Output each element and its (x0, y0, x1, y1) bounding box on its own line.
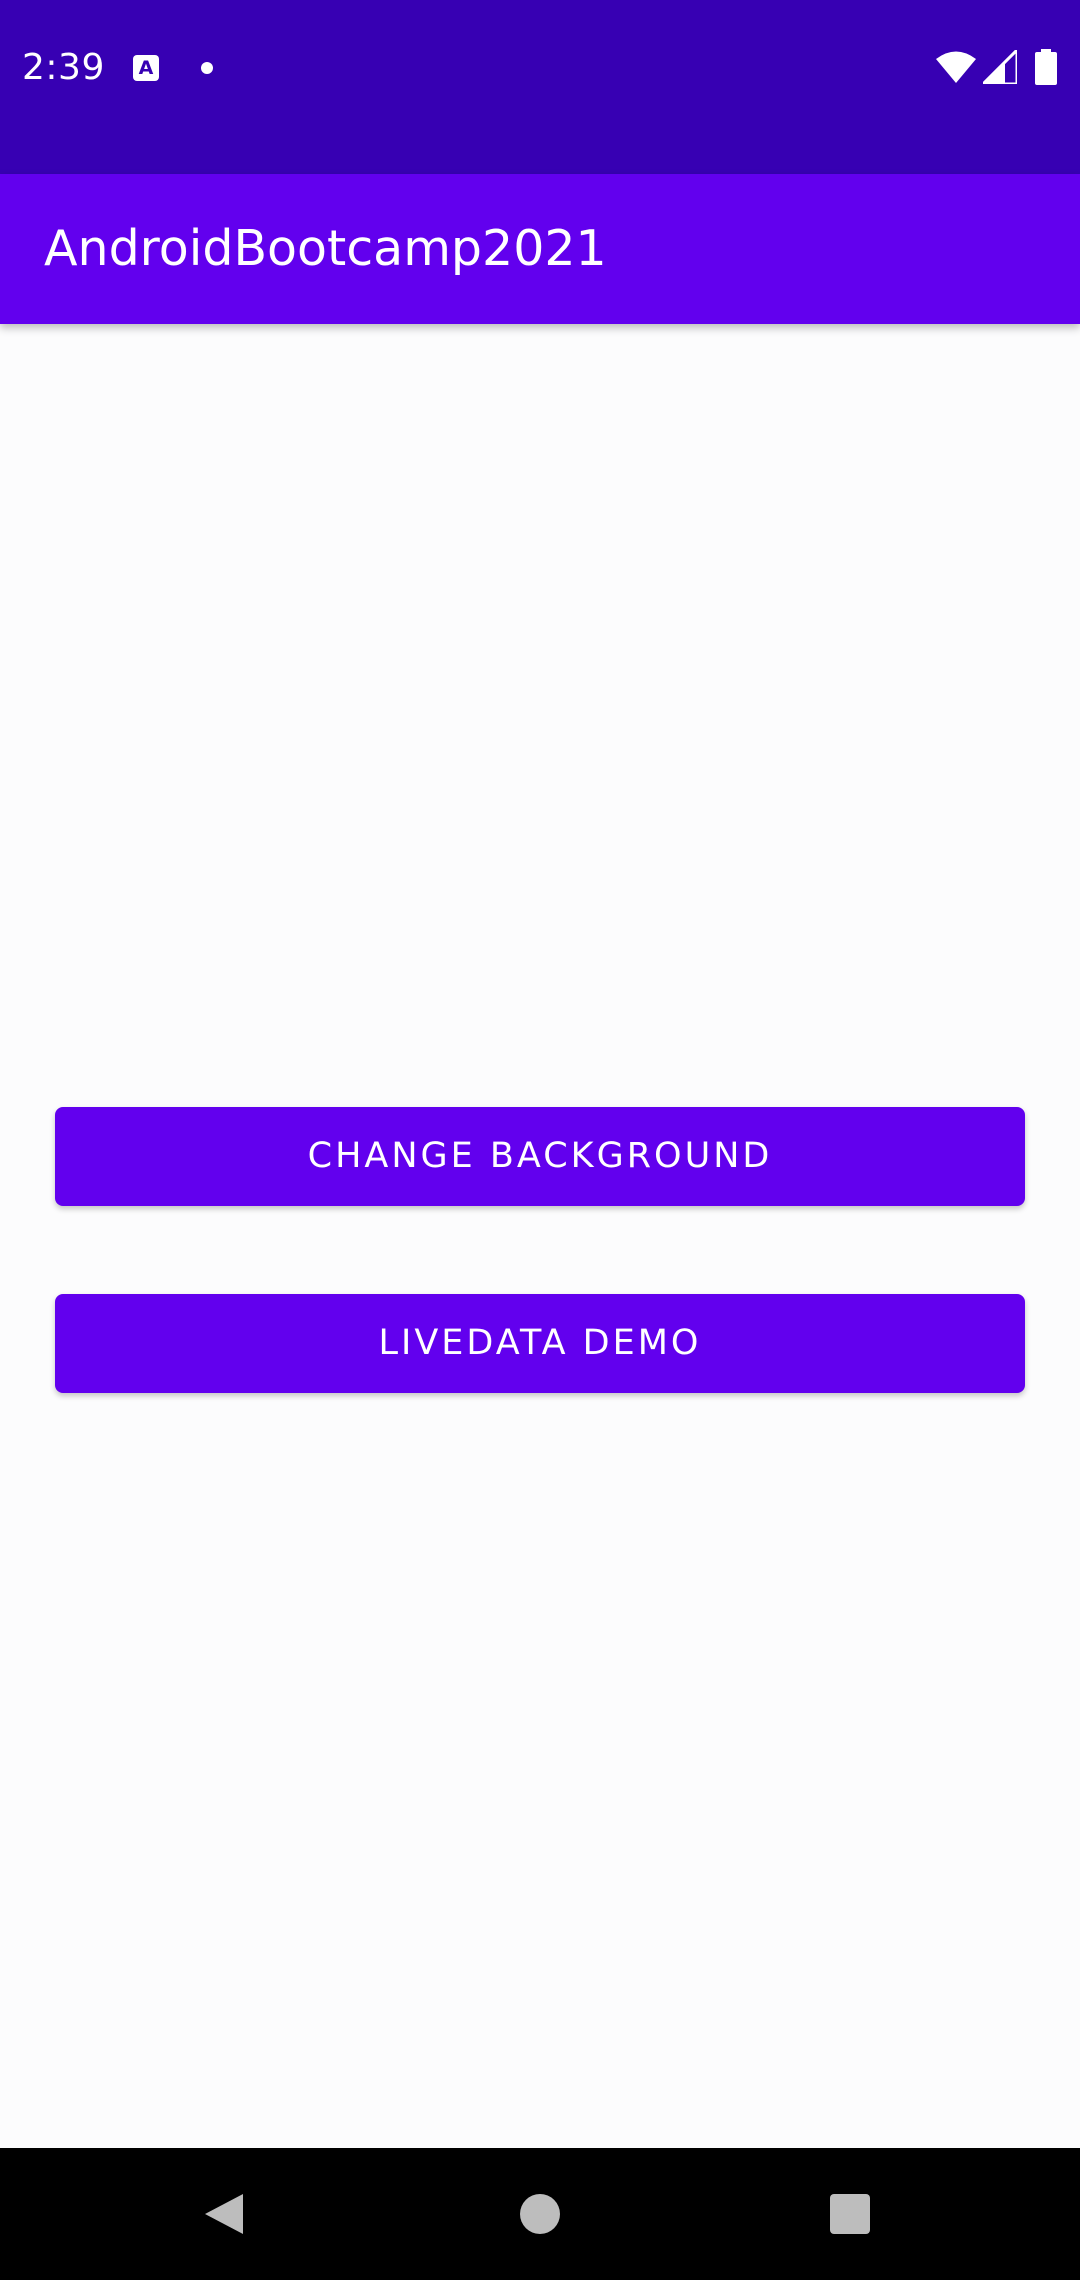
status-bar: 2:39 A (0, 0, 1080, 174)
a-notification-icon: A (133, 55, 159, 81)
livedata-demo-button[interactable]: LIVEDATA DEMO (55, 1294, 1025, 1393)
recents-icon[interactable] (830, 2194, 870, 2234)
screen: 2:39 A AndroidBootcamp2021 CHANGE BACKGR… (0, 0, 1080, 2280)
back-icon[interactable] (203, 2192, 245, 2236)
app-bar: AndroidBootcamp2021 (0, 174, 1080, 324)
home-icon[interactable] (520, 2194, 560, 2234)
navigation-bar (0, 2148, 1080, 2280)
change-background-button[interactable]: CHANGE BACKGROUND (55, 1107, 1025, 1206)
status-time: 2:39 (22, 47, 105, 88)
wifi-icon (936, 51, 976, 83)
dot-icon (201, 62, 213, 74)
app-title: AndroidBootcamp2021 (44, 220, 607, 277)
signal-icon (983, 50, 1017, 84)
battery-icon (1035, 49, 1057, 85)
